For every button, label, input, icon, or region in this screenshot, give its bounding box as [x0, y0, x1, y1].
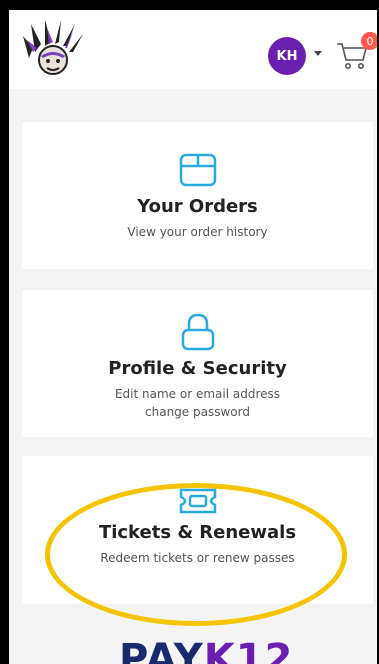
profile-security-card[interactable]: Profile & Security Edit name or email ad…	[22, 290, 373, 437]
card-description: Redeem tickets or renew passes	[100, 551, 295, 565]
user-avatar[interactable]: KH	[268, 37, 306, 75]
avatar-initials: KH	[276, 48, 298, 64]
card-title: Your Orders	[137, 196, 258, 217]
tickets-renewals-card[interactable]: Tickets & Renewals Redeem tickets or ren…	[22, 456, 373, 604]
footer-brand-logo: PAYK12	[119, 636, 294, 664]
card-title: Profile & Security	[108, 358, 287, 379]
lock-icon	[181, 313, 214, 351]
your-orders-card[interactable]: Your Orders View your order history	[22, 122, 373, 269]
mascot-logo[interactable]	[19, 18, 87, 80]
header: KH 0	[9, 10, 377, 89]
ticket-icon	[179, 488, 216, 514]
box-icon	[179, 153, 216, 187]
card-description: View your order history	[127, 225, 268, 239]
card-description: Edit name or email address change passwo…	[114, 387, 281, 419]
cart-count-badge: 0	[361, 32, 377, 50]
app-screen: KH 0 Your Orders View your order history…	[9, 10, 377, 664]
chevron-down-icon[interactable]	[314, 51, 322, 56]
card-title: Tickets & Renewals	[98, 522, 297, 543]
